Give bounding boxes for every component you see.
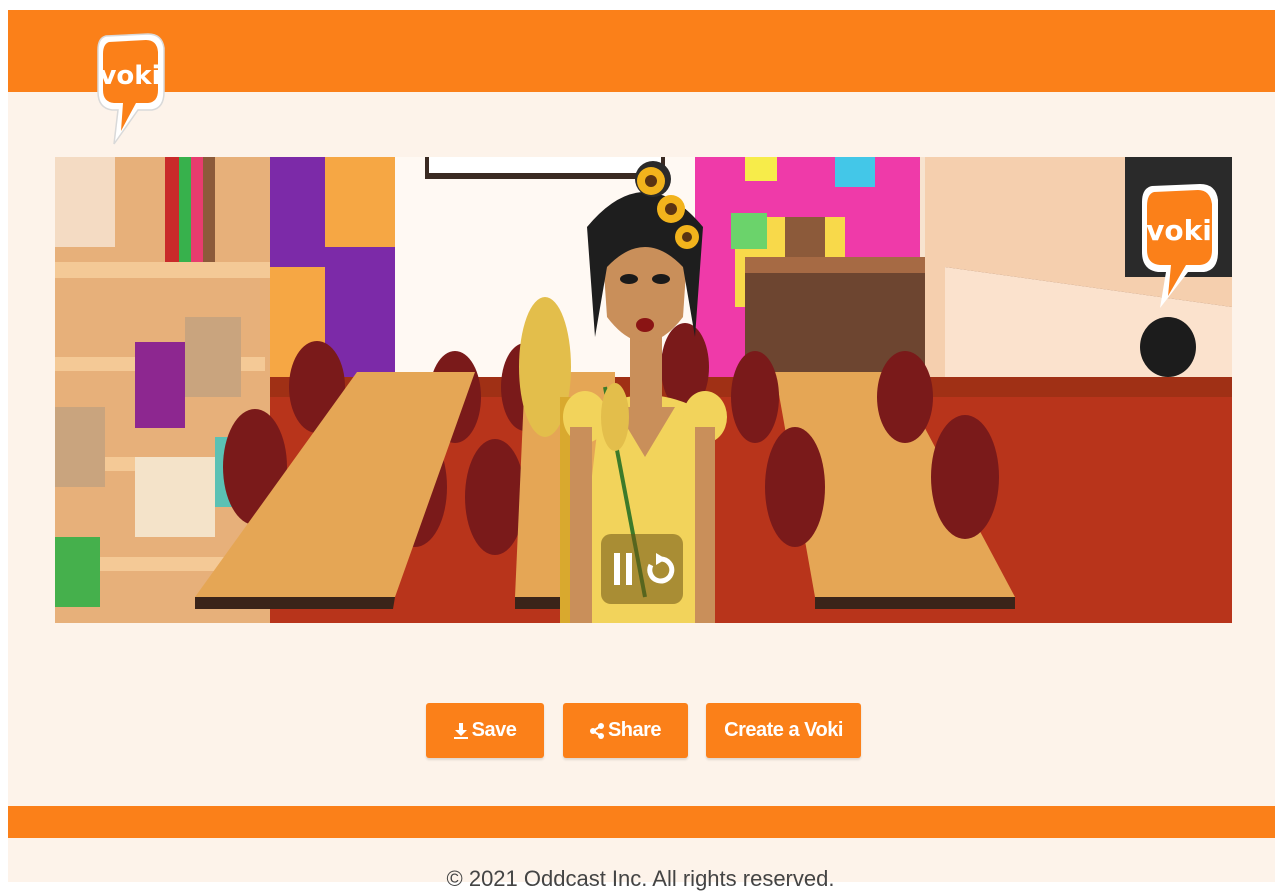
voki-logo[interactable]: voki — [94, 30, 166, 148]
footer-bar — [8, 806, 1275, 838]
share-icon — [589, 722, 604, 739]
pause-button[interactable] — [608, 547, 638, 591]
copyright-text: © 2021 Oddcast Inc. All rights reserved. — [446, 866, 835, 891]
save-label: Save — [471, 719, 517, 741]
save-button[interactable]: Save — [426, 703, 544, 758]
pause-icon — [614, 553, 632, 585]
voki-watermark-icon[interactable]: voki — [1138, 180, 1220, 312]
logo-wordmark: voki — [99, 61, 160, 91]
create-voki-button[interactable]: Create a Voki — [706, 703, 861, 758]
action-buttons: Save Share Create a Voki — [0, 703, 1281, 759]
share-button[interactable]: Share — [563, 703, 688, 758]
download-icon — [453, 722, 468, 739]
header-bar — [8, 10, 1275, 92]
watermark-wordmark: voki — [1146, 214, 1212, 247]
replay-button[interactable] — [646, 547, 676, 591]
replay-icon — [647, 553, 675, 584]
create-voki-label: Create a Voki — [724, 719, 843, 741]
share-label: Share — [607, 719, 662, 741]
player-controls — [601, 534, 683, 604]
